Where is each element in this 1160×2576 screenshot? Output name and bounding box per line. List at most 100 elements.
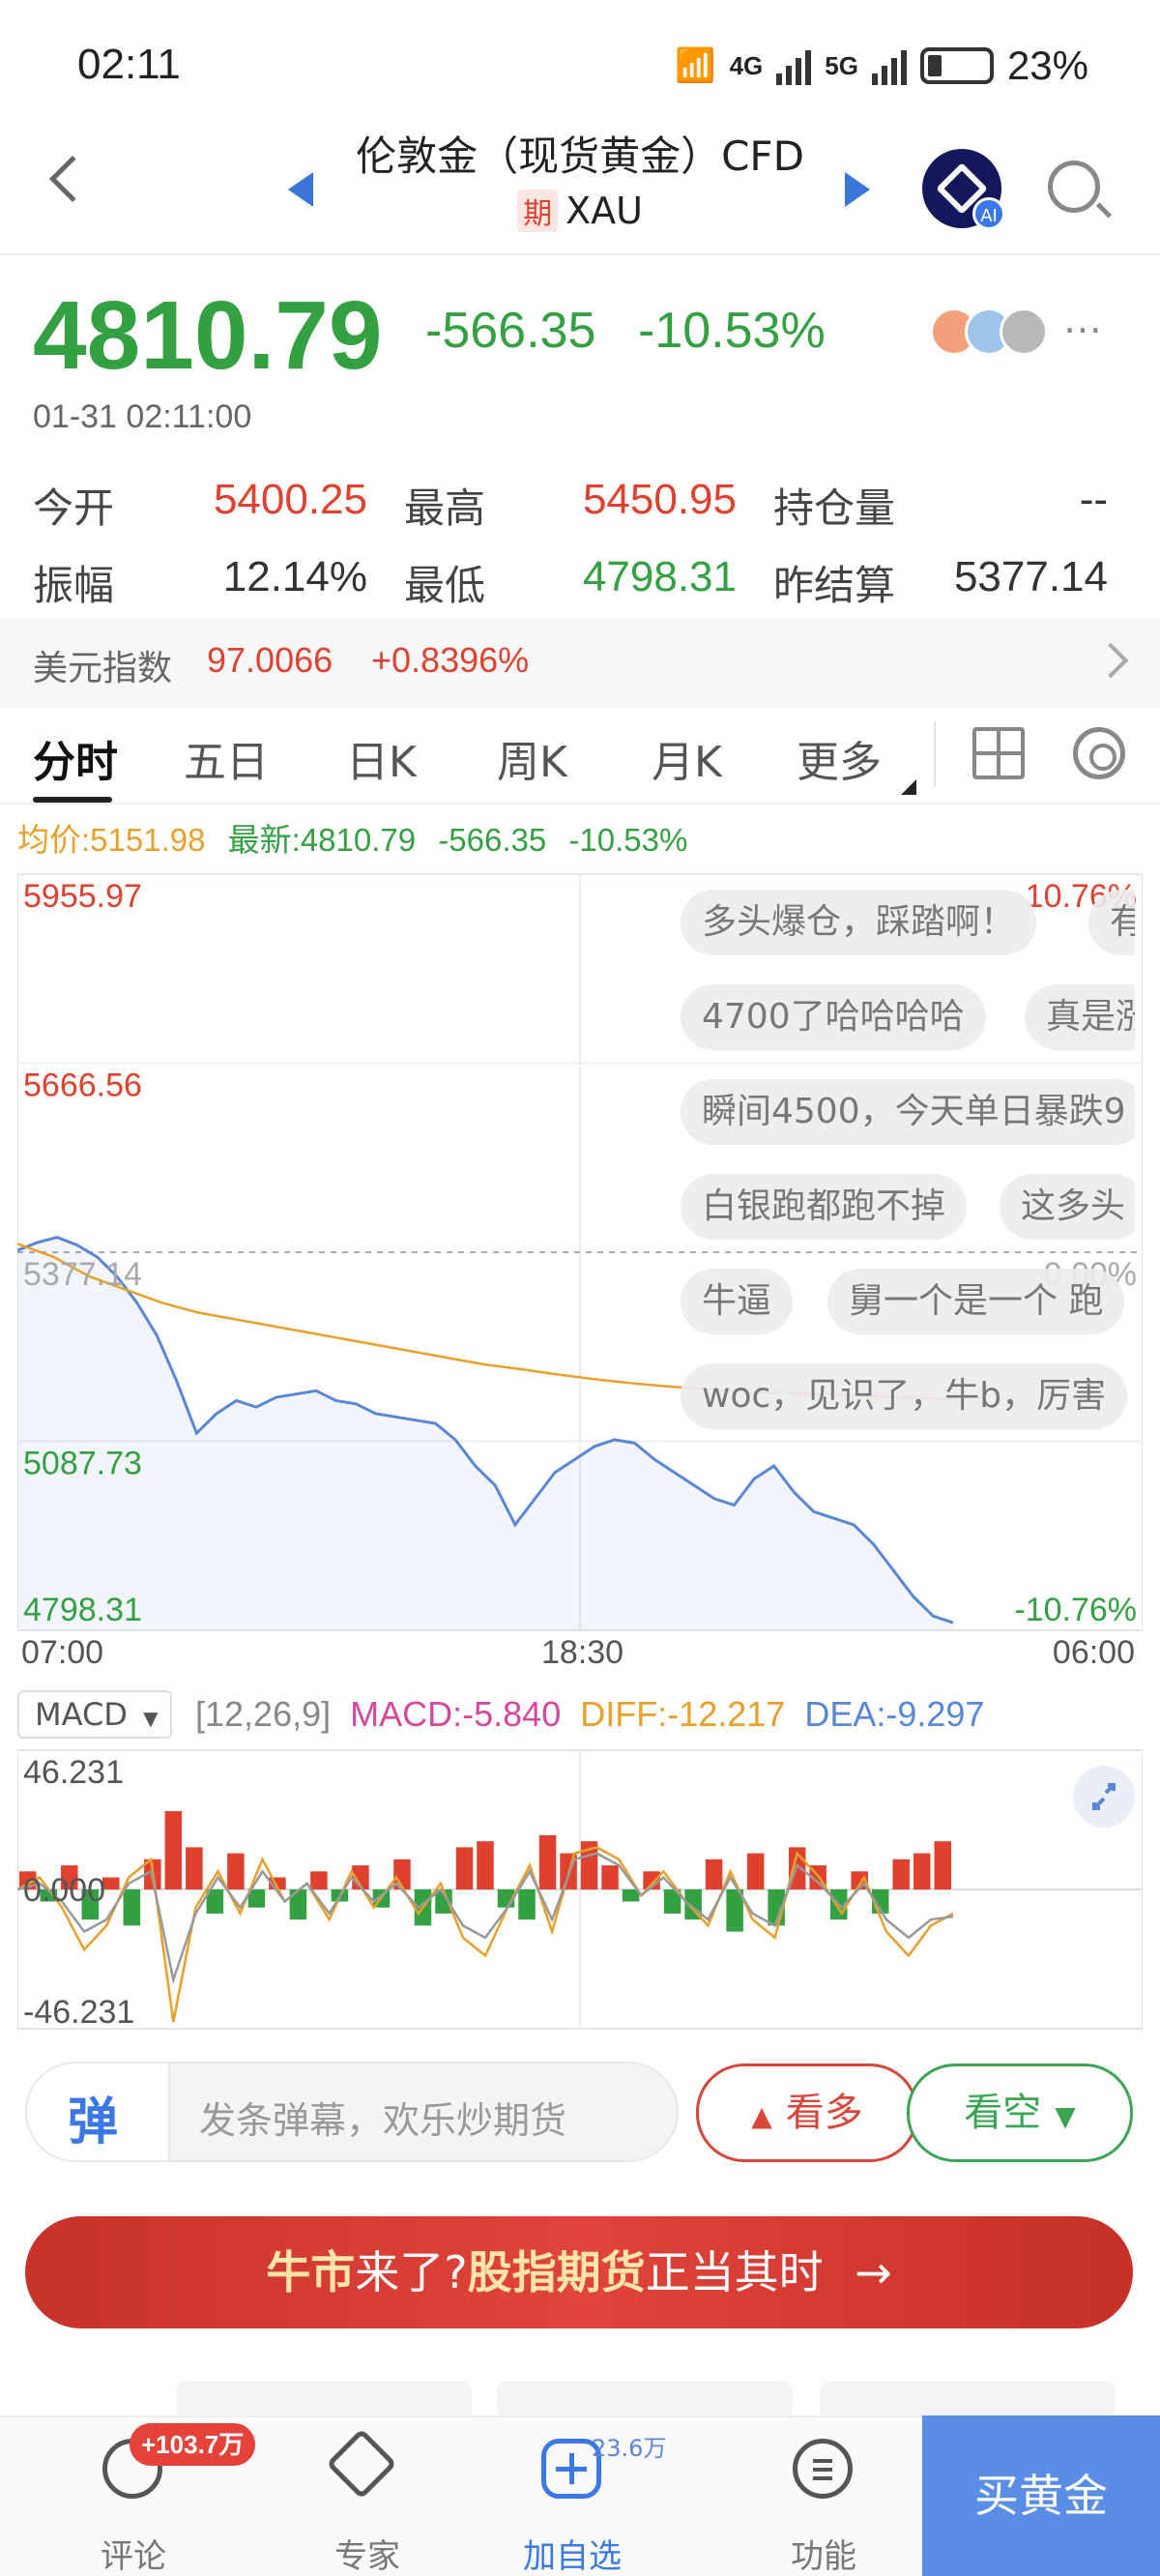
x-tick-label: 18:30 xyxy=(541,1634,624,1671)
expand-icon[interactable] xyxy=(1073,1766,1135,1828)
danmu-layer: 多头爆仓，踩踏啊！ 有 4700了哈哈哈哈 真是涨瞬间4500，今天单日暴跌9 白银跑都… xyxy=(677,890,1135,1431)
arrow-right-icon: → xyxy=(855,2246,892,2298)
indicator-select[interactable]: MACD ▼ xyxy=(17,1690,172,1739)
watchlist-count: 23.6万 xyxy=(592,2435,667,2462)
danmu-bubble[interactable]: 多头爆仓，踩踏啊！ xyxy=(681,890,1037,955)
buy-gold-button[interactable]: 买黄金 xyxy=(922,2415,1160,2576)
y-tick-label: 5377.14 xyxy=(23,1256,142,1293)
danmu-placeholder: 发条弹幕，欢乐炒期货 xyxy=(199,2099,567,2142)
macd-params: [12,26,9] xyxy=(195,1694,332,1734)
stat-label-oi: 持仓量 xyxy=(773,484,896,532)
macd-info: [12,26,9] MACD:-5.840 DIFF:-12.217 DEA:-… xyxy=(195,1694,984,1735)
banner-text-b: 来了? xyxy=(355,2246,468,2298)
more-icon[interactable]: ⋯ xyxy=(1063,307,1102,352)
card-placeholder xyxy=(820,2381,1116,2419)
back-icon[interactable] xyxy=(48,155,97,203)
settings-icon[interactable] xyxy=(1073,727,1125,779)
avg-price: 均价:5151.98 xyxy=(17,822,206,858)
dea-value: DEA:-9.297 xyxy=(804,1694,985,1734)
latest-change-pct: -10.53% xyxy=(568,822,688,858)
battery-level: 23% xyxy=(1006,43,1088,88)
tab-intraday[interactable]: 分时 xyxy=(33,727,118,789)
bullish-button[interactable]: ▲ 看多 xyxy=(696,2064,918,2162)
stat-value-amp: 12.14% xyxy=(222,553,367,600)
macd-bar xyxy=(310,1871,328,1889)
tab-daily-k[interactable]: 日K xyxy=(346,727,417,789)
stat-value-low: 4798.31 xyxy=(582,553,737,600)
next-symbol-icon[interactable] xyxy=(845,172,870,207)
macd-y-label: -46.231 xyxy=(23,1994,134,2031)
x-tick-label: 06:00 xyxy=(1052,1634,1135,1671)
more-dropdown-icon xyxy=(901,779,916,795)
danmu-bubble[interactable]: 真是涨 xyxy=(1025,984,1135,1050)
danmu-bubble[interactable]: woc，见识了，牛b，厉害 xyxy=(681,1363,1128,1429)
chevron-down-icon: ▼ xyxy=(143,1707,159,1730)
divider xyxy=(0,253,1160,255)
grid-icon[interactable] xyxy=(972,727,1025,779)
signal-icon xyxy=(776,46,812,85)
bearish-label: 看空 xyxy=(964,2091,1042,2135)
tab-weekly-k[interactable]: 周K xyxy=(497,727,567,789)
quote-time: 01-31 02:11:00 xyxy=(33,398,252,435)
tab-more[interactable]: 更多 xyxy=(797,727,882,789)
last-price: 4810.79 xyxy=(33,281,383,390)
battery-icon xyxy=(919,47,994,84)
usd-index-label: 美元指数 xyxy=(33,649,173,688)
ai-assistant-icon[interactable]: AI xyxy=(922,149,1005,230)
diff-value: DIFF:-12.217 xyxy=(580,1694,786,1734)
tab-five-day[interactable]: 五日 xyxy=(184,727,269,789)
avatar-group[interactable] xyxy=(930,307,1048,356)
function-icon[interactable] xyxy=(793,2439,853,2499)
bearish-button[interactable]: 看空 ▼ xyxy=(907,2064,1133,2162)
nav-comments[interactable]: 评论 xyxy=(66,2530,201,2576)
nav-expert[interactable]: 专家 xyxy=(300,2530,435,2576)
status-icons: 📶 4G 5G 23% xyxy=(675,43,1088,89)
search-icon[interactable] xyxy=(1048,161,1100,213)
usd-index-row[interactable] xyxy=(0,619,1160,708)
promo-banner[interactable]: 牛市来了?股指期货正当其时 → xyxy=(25,2216,1133,2328)
price-change: -566.35 xyxy=(425,303,596,359)
danmu-bubble[interactable]: 有 xyxy=(1088,890,1135,955)
macd-bar xyxy=(186,1847,203,1889)
macd-bar xyxy=(538,1834,557,1889)
macd-y-label: 0.000 xyxy=(23,1872,105,1909)
page-title: 伦敦金（现货黄金）CFD xyxy=(356,132,804,180)
danmu-bubble[interactable]: 白银跑都跑不掉 xyxy=(681,1174,968,1240)
y-tick-label: 5087.73 xyxy=(23,1445,142,1481)
danmu-bubble[interactable]: 这多头 xyxy=(1000,1174,1135,1240)
stat-value-open: 5400.25 xyxy=(213,476,367,523)
macd-y-label: 46.231 xyxy=(23,1754,124,1791)
caret-up-icon: ▲ xyxy=(751,2100,772,2132)
stat-label-open: 今开 xyxy=(33,484,115,532)
latest-change: -566.35 xyxy=(438,822,547,858)
macd-bar xyxy=(518,1889,536,1920)
wifi-icon: 📶 xyxy=(675,47,716,84)
symbol-line: 期 XAU xyxy=(319,190,841,232)
danmu-bubble[interactable]: 瞬间4500，今天单日暴跌9 xyxy=(681,1079,1135,1145)
banner-text-a: 牛市 xyxy=(266,2246,356,2298)
danmu-bubble[interactable]: 舅一个是一个 跑 xyxy=(827,1269,1125,1334)
latest-price: 最新:4810.79 xyxy=(227,822,417,858)
macd-chart[interactable]: 46.231 0.000 -46.231 xyxy=(17,1746,1143,2033)
price-change-pct: -10.53% xyxy=(638,303,826,359)
macd-bar xyxy=(123,1889,141,1926)
macd-bar xyxy=(705,1859,723,1889)
danmu-bubble[interactable]: 4700了哈哈哈哈 xyxy=(681,984,986,1050)
chart-info-line: 均价:5151.98 最新:4810.79 -566.35 -10.53% xyxy=(17,814,687,861)
banner-text-d: 正当其时 xyxy=(645,2246,824,2298)
stat-value-oi: -- xyxy=(1079,476,1108,523)
card-placeholder xyxy=(497,2381,793,2419)
comment-count-badge: +103.7万 xyxy=(130,2423,256,2466)
divider xyxy=(0,803,1160,805)
indicator-select-label: MACD xyxy=(35,1696,128,1733)
caret-down-icon: ▼ xyxy=(1055,2100,1076,2132)
tab-monthly-k[interactable]: 月K xyxy=(652,727,722,789)
nav-add-watchlist[interactable]: 加自选 xyxy=(505,2530,640,2576)
danmu-bubble[interactable]: 牛逼 xyxy=(681,1269,794,1334)
usd-index-value: 97.0066 xyxy=(207,640,334,680)
net2-label: 5G xyxy=(825,50,858,80)
status-time: 02:11 xyxy=(77,41,181,88)
prev-symbol-icon[interactable] xyxy=(288,172,313,207)
nav-function[interactable]: 功能 xyxy=(756,2530,891,2576)
stat-value-high: 5450.95 xyxy=(582,476,737,523)
